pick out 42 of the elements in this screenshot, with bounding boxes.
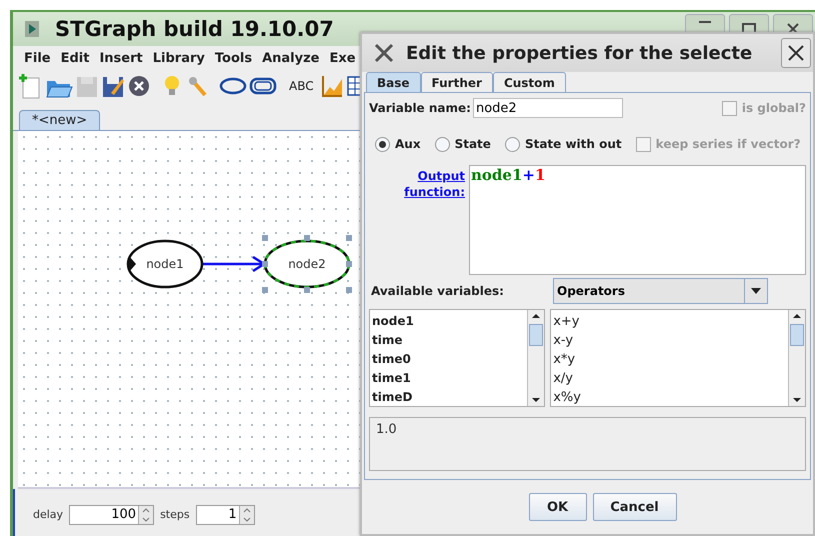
radio-button[interactable]: State	[434, 136, 491, 152]
window-title: STGraph build 19.10.07	[55, 17, 334, 41]
variable-name-label: Variable name:	[369, 101, 471, 115]
menu-item[interactable]: Analyze	[257, 50, 324, 66]
tab[interactable]: Custom	[492, 72, 566, 92]
menu-item[interactable]: Library	[148, 50, 210, 66]
menu-item[interactable]: Tools	[210, 50, 258, 66]
menu-item[interactable]: Edit	[56, 50, 94, 66]
operator-item[interactable]: x+y	[551, 312, 788, 331]
variable-name-field[interactable]: node2	[472, 98, 623, 118]
ok-button[interactable]: OK	[528, 493, 586, 521]
node-label: node2	[288, 257, 326, 271]
node-label: node1	[146, 257, 184, 271]
operator-item[interactable]: x-y	[551, 331, 788, 350]
description-text: 1.0	[376, 422, 397, 437]
menu-item[interactable]: Insert	[94, 50, 148, 66]
delay-spinner[interactable]: 100	[69, 504, 154, 524]
cancel-button[interactable]: Cancel	[592, 493, 676, 521]
radio-button[interactable]: State with out	[504, 136, 622, 152]
text-tool[interactable]: ABC	[285, 79, 318, 93]
delay-label: delay	[33, 508, 64, 521]
expression-editor[interactable]: node1+1	[469, 165, 806, 275]
document-tab[interactable]: *<new>	[19, 110, 100, 130]
steps-spinner[interactable]: 1	[196, 504, 255, 524]
variable-item[interactable]: time0	[370, 350, 528, 369]
menu-item[interactable]: Exe	[324, 50, 361, 66]
steps-label: steps	[160, 508, 190, 521]
variable-item[interactable]: node1	[370, 312, 528, 331]
operator-item[interactable]: x%y	[551, 388, 788, 407]
operator-item[interactable]: x*y	[551, 350, 788, 369]
operator-item[interactable]: x/y	[551, 369, 788, 388]
variable-item[interactable]: time	[370, 331, 528, 350]
tab[interactable]: Further	[420, 72, 493, 92]
category-dropdown[interactable]: Operators	[553, 278, 768, 304]
variable-item[interactable]: timeD	[370, 388, 528, 407]
available-variables-label: Available variables:	[370, 284, 505, 298]
variable-item[interactable]: time1	[370, 369, 528, 388]
tab[interactable]: Base	[366, 72, 421, 92]
output-function-link[interactable]: Output function:	[403, 168, 465, 200]
radio-button[interactable]: Aux	[375, 136, 421, 152]
dialog-title: Edit the properties for the selecte	[406, 42, 752, 64]
menu-item[interactable]: File	[19, 50, 56, 66]
